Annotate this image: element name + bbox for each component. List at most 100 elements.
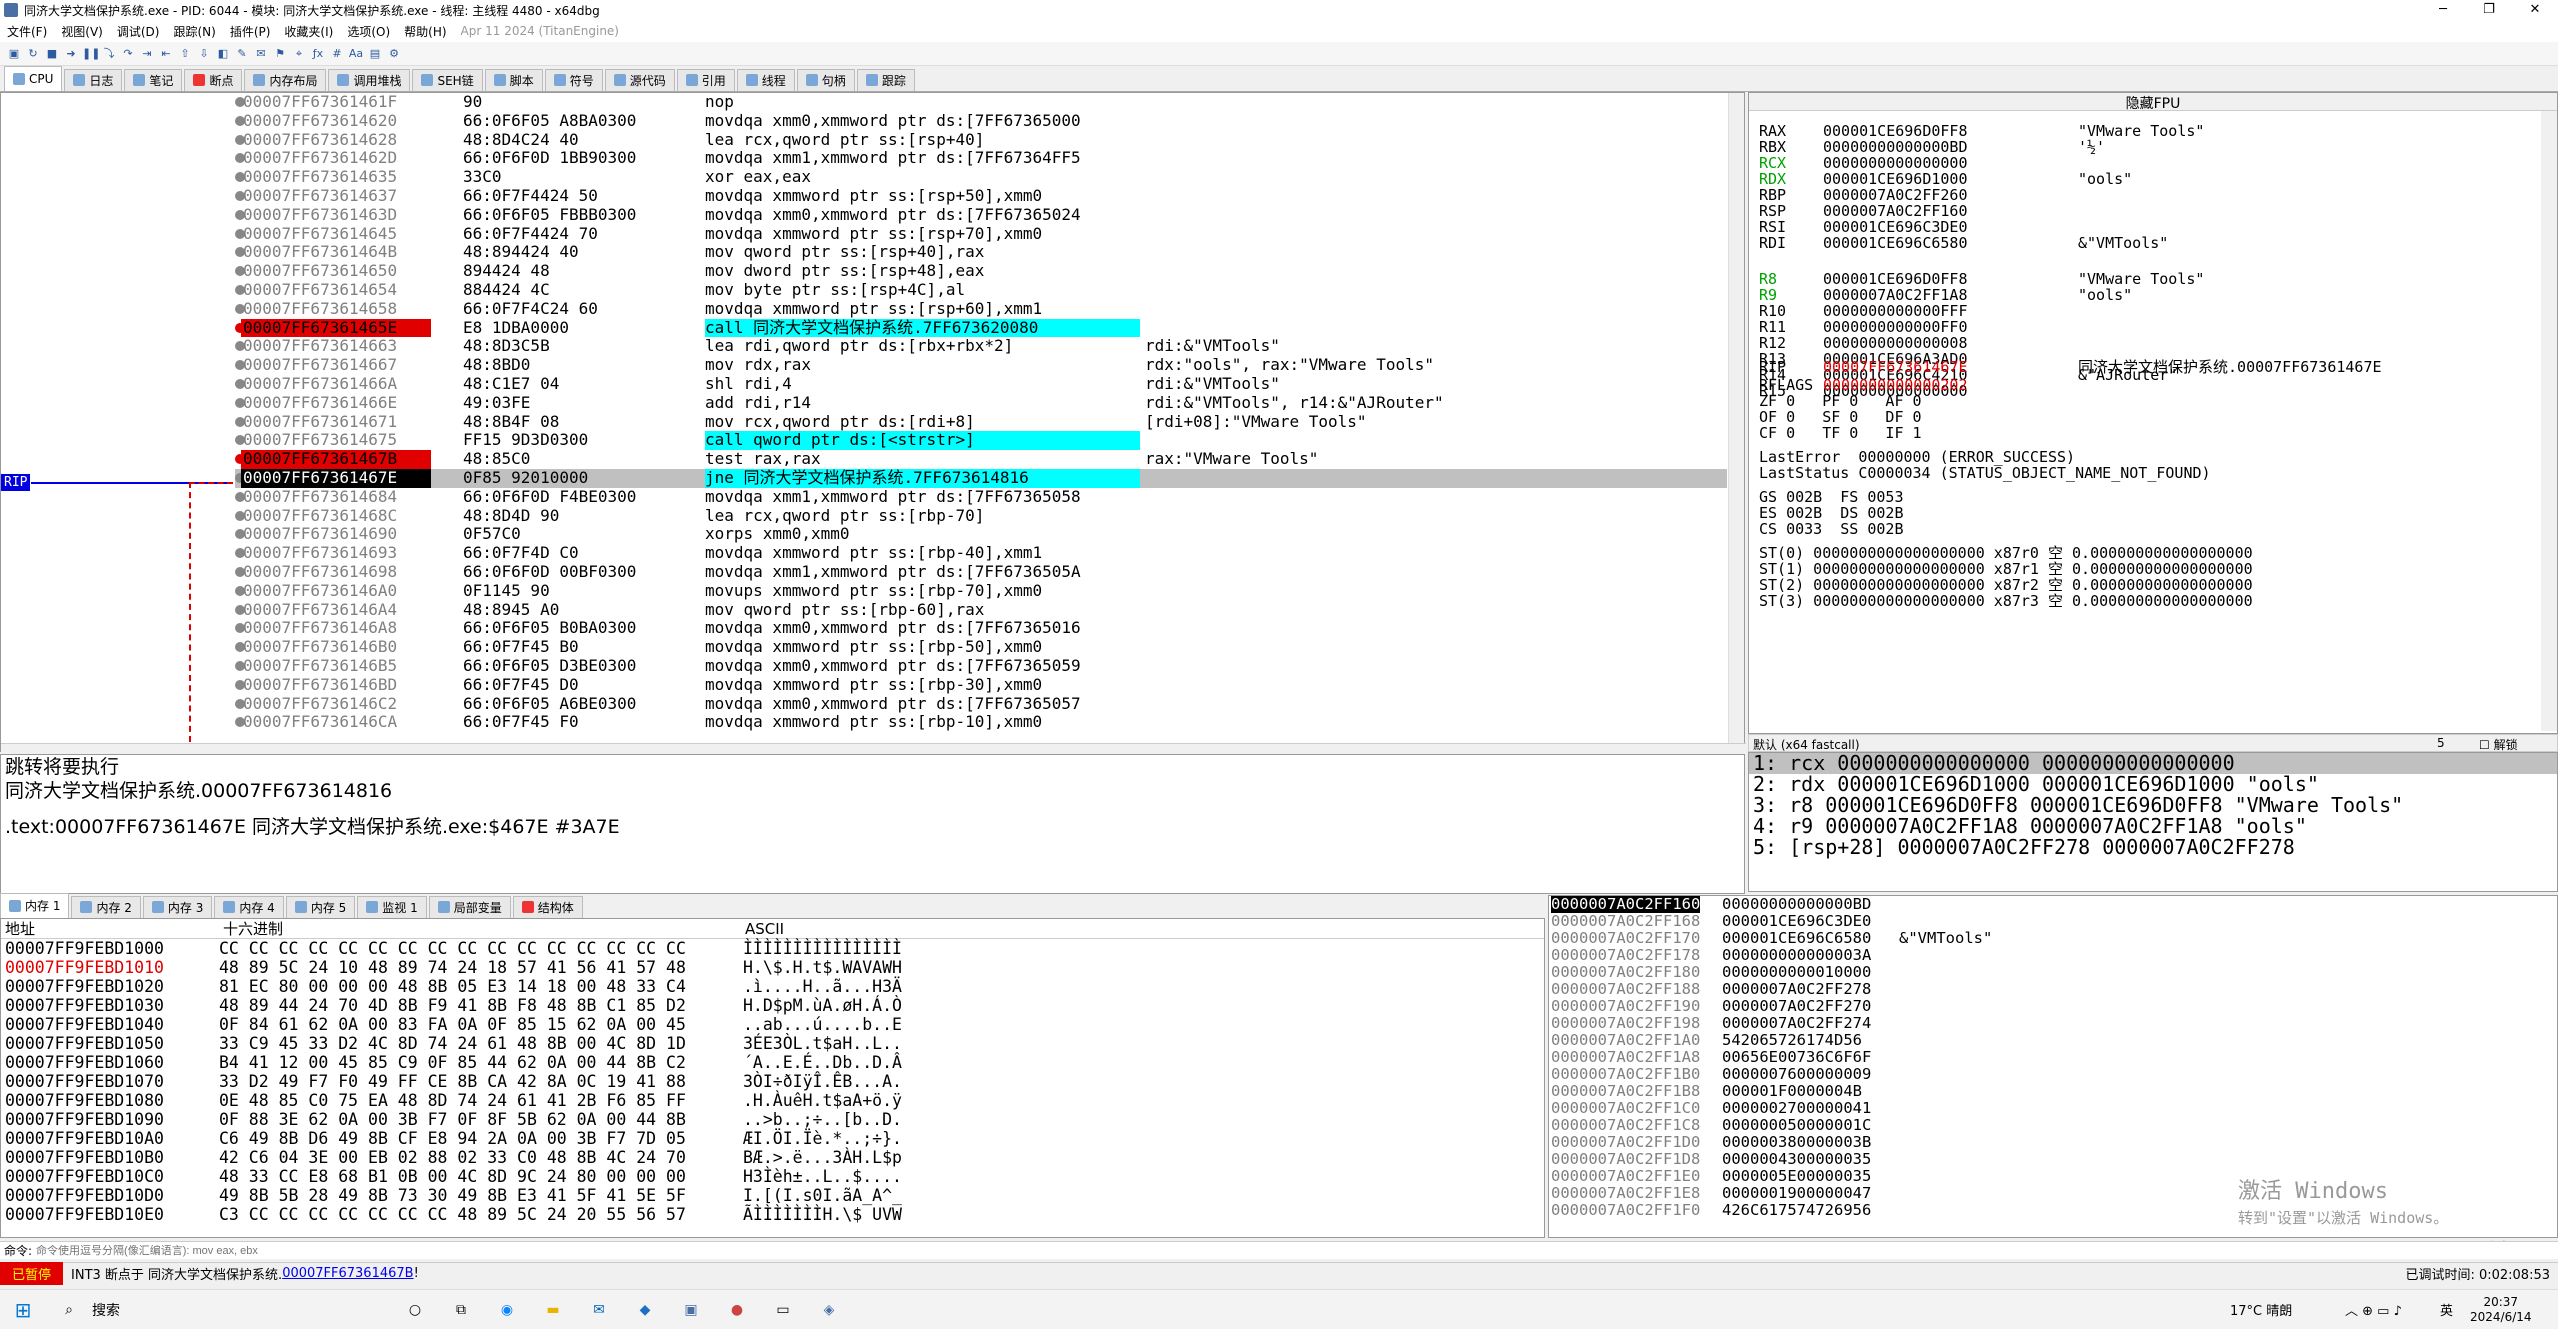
tab-watch-1[interactable]: 监视 1 — [357, 896, 427, 918]
registers-pane[interactable]: 隐藏FPU RAX 000001CE696D0FF8 "VMware Tools" R… — [1748, 92, 2558, 734]
register-row[interactable]: R8 000001CE696D0FF8 "VMware Tools" — [1759, 271, 2204, 287]
dump-row[interactable]: 00007FF9FEBD1080 0E 48 85 C0 75 EA 48 8D … — [1, 1091, 1544, 1110]
arg-count-spinner[interactable]: 5 — [2437, 736, 2445, 750]
flags-row[interactable]: CF 0 TF 0 IF 1 — [1759, 425, 1922, 441]
open-icon[interactable]: ▣ — [6, 46, 22, 62]
stack-row[interactable]: 0000007A0C2FF1D0 000000380000003B — [1549, 1134, 2557, 1151]
register-row[interactable]: R9 0000007A0C2FF1A8 "ools" — [1759, 287, 2132, 303]
tab-locals[interactable]: 局部变量 — [428, 896, 511, 918]
menu-options[interactable]: 选项(O) — [340, 23, 397, 40]
trace-into-icon[interactable]: ⇥ — [139, 46, 155, 62]
dump-row[interactable]: 00007FF9FEBD1060 B4 41 12 00 45 85 C9 0F … — [1, 1053, 1544, 1072]
minimize-button[interactable]: ─ — [2420, 0, 2466, 20]
app-taskbar-icon[interactable]: ● — [724, 1297, 750, 1323]
file-icon[interactable]: ▭ — [770, 1297, 796, 1323]
disasm-row[interactable]: 00007FF67361465E E8 1DBA0000 call 同济大学文档保护… — [235, 318, 1727, 338]
register-row[interactable]: RCX 0000000000000000 — [1759, 155, 2078, 171]
disasm-row[interactable]: 00007FF6736146A0 0F1145 90 movups xmmword … — [235, 581, 1727, 601]
tab-memory-map[interactable]: 内存布局 — [244, 69, 327, 91]
dump-row[interactable]: 00007FF9FEBD10D0 49 8B 5B 28 49 8B 73 30 … — [1, 1186, 1544, 1205]
fpu-row[interactable]: ST(3) 0000000000000000000 x87r3 空 0.0000… — [1759, 593, 2253, 609]
tab-breakpoints[interactable]: 断点 — [184, 69, 243, 91]
vs-icon[interactable]: ◆ — [632, 1297, 658, 1323]
disasm-row[interactable]: 00007FF673614684 66:0F6F0D F4BE0300 movdqa… — [235, 487, 1727, 507]
register-value[interactable]: 000001CE696D0FF8 — [1823, 123, 2078, 139]
patch-icon[interactable]: ✎ — [234, 46, 250, 62]
status-link[interactable]: 00007FF67361467B — [282, 1266, 413, 1281]
tab-struct[interactable]: 结构体 — [512, 896, 583, 918]
disasm-row[interactable]: 00007FF673614671 48:8B4F 08 mov rcx,qword … — [235, 412, 1727, 432]
register-value[interactable]: 0000007A0C2FF160 — [1823, 203, 2078, 219]
script-icon[interactable]: ▤ — [367, 46, 383, 62]
tab-dump-3[interactable]: 内存 3 — [142, 896, 213, 918]
stack-row[interactable]: 0000007A0C2FF178 000000000000003A — [1549, 947, 2557, 964]
tab-cpu[interactable]: CPU — [4, 66, 63, 91]
disasm-row[interactable]: 00007FF673614698 66:0F6F0D 00BF0300 movdqa… — [235, 562, 1727, 582]
arg-row[interactable]: 2: rdx 000001CE696D1000 000001CE696D1000… — [1749, 774, 2557, 795]
disasm-row[interactable]: 00007FF673614650 894424 48 mov dword ptr s… — [235, 261, 1727, 281]
stack-row[interactable]: 0000007A0C2FF190 0000007A0C2FF270 — [1549, 998, 2557, 1015]
tab-log[interactable]: 日志 — [64, 69, 123, 91]
tab-notes[interactable]: 笔记 — [124, 69, 183, 91]
last-error[interactable]: LastError 00000000 (ERROR_SUCCESS) — [1759, 449, 2075, 465]
disasm-row[interactable]: 00007FF67361464B 48:894424 40 mov qword pt… — [235, 243, 1727, 262]
disasm-row[interactable]: 00007FF6736146CA 66:0F7F45 F0 movdqa xmmwo… — [235, 712, 1727, 732]
windows-start-icon[interactable]: ⊞ — [10, 1297, 36, 1323]
segment-row[interactable]: GS 002B FS 0053 — [1759, 489, 1904, 505]
arg-row[interactable]: 5: [rsp+28] 0000007A0C2FF278 0000007A0C2… — [1749, 837, 2557, 858]
stack-row[interactable]: 0000007A0C2FF1C0 0000002700000041 — [1549, 1100, 2557, 1117]
memory-dump[interactable]: 地址 十六进制 ASCII 00007FF9FEBD1000 CC CC CC C… — [0, 918, 1545, 1238]
tab-dump-4[interactable]: 内存 4 — [214, 896, 284, 918]
register-row[interactable]: RDI 000001CE696C6580 &"VMTools" — [1759, 235, 2168, 251]
pause-icon[interactable]: ❚❚ — [82, 46, 100, 62]
tab-seh[interactable]: SEH链 — [412, 69, 483, 91]
disasm-row[interactable]: 00007FF67361463D 66:0F6F05 FBBB0300 movdqa… — [235, 205, 1727, 225]
dump-row[interactable]: 00007FF9FEBD1090 0F 88 3E 62 0A 00 3B F7 … — [1, 1110, 1544, 1129]
disassembly-listing[interactable]: 00007FF67361461F 90 nop 00007FF673614620 66:… — [235, 92, 1727, 743]
disasm-row[interactable]: 00007FF6736146A8 66:0F6F05 B0BA0300 movdqa… — [235, 619, 1727, 638]
dump-row[interactable]: 00007FF9FEBD1000 CC CC CC CC CC CC CC CC … — [1, 939, 1544, 958]
stack-row[interactable]: 0000007A0C2FF1D8 0000004300000035 — [1549, 1151, 2557, 1168]
step-into-icon[interactable]: ⤵ — [101, 46, 117, 62]
tab-handles[interactable]: 句柄 — [796, 69, 855, 91]
register-row[interactable]: RBX 00000000000000BD '½' — [1759, 139, 2105, 155]
disasm-row[interactable]: 00007FF673614663 48:8D3C5B lea rdi,qword p… — [235, 337, 1727, 356]
disasm-row[interactable]: 00007FF67361461F 90 nop — [235, 92, 1727, 112]
menu-help[interactable]: 帮助(H) — [397, 23, 453, 40]
maximize-button[interactable]: ❐ — [2466, 0, 2512, 20]
stack-row[interactable]: 0000007A0C2FF170 000001CE696C6580 &"VMTool… — [1549, 930, 2557, 947]
dump-row[interactable]: 00007FF9FEBD10B0 42 C6 04 3E 00 EB 02 88 … — [1, 1148, 1544, 1167]
bookmark-icon[interactable]: ⌖ — [291, 46, 307, 62]
dump-row[interactable]: 00007FF9FEBD1070 33 D2 49 F7 F0 49 FF CE … — [1, 1072, 1544, 1091]
register-row[interactable]: RSP 0000007A0C2FF160 — [1759, 203, 2078, 219]
label-icon[interactable]: ⚑ — [272, 46, 288, 62]
stack-row[interactable]: 0000007A0C2FF1A8 00656E00736C6F6F — [1549, 1049, 2557, 1066]
run-icon[interactable]: ➜ — [63, 46, 79, 62]
arg-row[interactable]: 1: rcx 0000000000000000 0000000000000000 — [1749, 753, 2557, 774]
register-row[interactable]: RDX 000001CE696D1000 "ools" — [1759, 171, 2132, 187]
stack-row[interactable]: 0000007A0C2FF1B8 000001F0000004B — [1549, 1083, 2557, 1100]
disasm-row[interactable]: 00007FF673614667 48:8BD0 mov rdx,rax rdx:"o… — [235, 355, 1727, 375]
run-until-return-icon[interactable]: ⇩ — [196, 46, 212, 62]
tab-script[interactable]: 脚本 — [484, 69, 543, 91]
register-value[interactable]: 0000007A0C2FF1A8 — [1823, 287, 2078, 303]
disasm-row[interactable]: 00007FF673614645 66:0F7F4424 70 movdqa xmm… — [235, 224, 1727, 244]
disasm-row[interactable]: 00007FF673614637 66:0F7F4424 50 movdqa xmm… — [235, 186, 1727, 206]
tab-threads[interactable]: 线程 — [736, 69, 795, 91]
tab-dump-5[interactable]: 内存 5 — [285, 896, 356, 918]
arg-row[interactable]: 3: r8 000001CE696D0FF8 000001CE696D0FF8 … — [1749, 795, 2557, 816]
cortana-icon[interactable]: ○ — [402, 1297, 428, 1323]
registers-scrollbar[interactable] — [2541, 111, 2557, 731]
function-icon[interactable]: ƒx — [310, 46, 326, 62]
hide-fpu-button[interactable]: 隐藏FPU — [1749, 93, 2557, 112]
register-row[interactable]: RBP 0000007A0C2FF260 — [1759, 187, 2078, 203]
x64dbg-icon[interactable]: ▣ — [678, 1297, 704, 1323]
dump-row[interactable]: 00007FF9FEBD1010 48 89 5C 24 10 48 89 74 … — [1, 958, 1544, 977]
dump-row[interactable]: 00007FF9FEBD1040 0F 84 61 62 0A 00 83 FA … — [1, 1015, 1544, 1034]
close-debug-icon[interactable]: ■ — [44, 46, 60, 62]
disassembly-scrollbar[interactable] — [1728, 93, 1744, 743]
register-row[interactable]: R11 0000000000000FF0 — [1759, 319, 2078, 335]
tray-icons[interactable]: ︿ ⊕ ▭ ♪ — [2345, 1300, 2402, 1319]
dump-row[interactable]: 00007FF9FEBD1050 33 C9 45 33 D2 4C 8D 74 … — [1, 1034, 1544, 1053]
settings-icon[interactable]: ⚙ — [386, 46, 402, 62]
